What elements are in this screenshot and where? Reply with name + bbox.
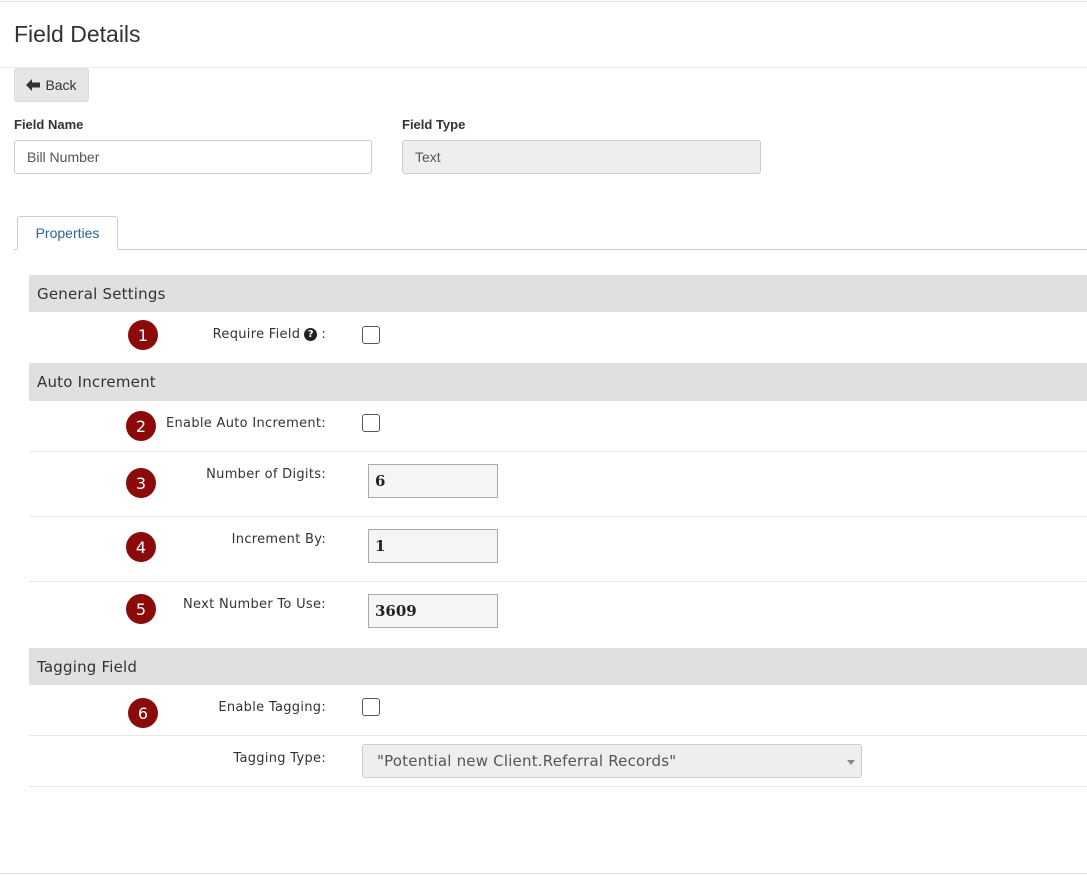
row-divider [29, 786, 1087, 787]
section-general-settings: General Settings [29, 275, 1087, 312]
top-divider [0, 1, 1087, 2]
bottom-divider [0, 873, 1087, 874]
row-divider [29, 735, 1087, 736]
step-badge-5: 5 [126, 594, 156, 624]
enable-tagging-checkbox[interactable] [362, 698, 380, 716]
require-field-checkbox[interactable] [362, 326, 380, 344]
tagging-type-label: Tagging Type: [233, 751, 326, 766]
section-auto-increment: Auto Increment [29, 363, 1087, 401]
require-field-label: Require Field ? : [213, 327, 326, 342]
number-of-digits-input[interactable]: 6 [368, 464, 498, 498]
increment-by-input[interactable]: 1 [368, 529, 498, 563]
section-tagging-field: Tagging Field [29, 648, 1087, 685]
tagging-type-select[interactable]: "Potential new Client.Referral Records" [362, 744, 862, 778]
enable-tagging-label: Enable Tagging: [218, 700, 326, 715]
next-number-label: Next Number To Use: [183, 597, 326, 612]
field-name-input[interactable]: Bill Number [14, 140, 372, 174]
field-name-label: Field Name [14, 117, 84, 132]
increment-by-label: Increment By: [231, 532, 326, 547]
question-circle-icon[interactable]: ? [304, 328, 318, 341]
number-of-digits-label: Number of Digits: [206, 467, 326, 482]
page-title: Field Details [14, 21, 141, 47]
field-type-input: Text [402, 140, 761, 174]
enable-auto-increment-checkbox[interactable] [362, 414, 380, 432]
row-divider [29, 516, 1087, 517]
require-field-label-text: Require Field [212, 327, 301, 342]
field-details-page: Field Details Back Field Name Bill Numbe… [0, 0, 1087, 875]
chevron-down-icon [847, 760, 855, 765]
tagging-type-value: "Potential new Client.Referral Records" [377, 752, 677, 770]
row-divider [29, 581, 1087, 582]
tab-properties[interactable]: Properties [17, 216, 118, 250]
step-badge-2: 2 [126, 411, 156, 441]
header-divider [0, 67, 1087, 68]
field-type-label: Field Type [402, 117, 466, 132]
require-field-colon: : [321, 327, 326, 342]
row-divider [29, 451, 1087, 452]
step-badge-1: 1 [128, 320, 158, 350]
enable-auto-increment-label: Enable Auto Increment: [166, 416, 326, 431]
step-badge-6: 6 [128, 698, 158, 728]
back-button-label: Back [45, 77, 77, 93]
next-number-input[interactable]: 3609 [368, 594, 498, 628]
arrow-left-icon [26, 79, 41, 91]
tabs-divider [14, 249, 1087, 250]
step-badge-3: 3 [126, 468, 156, 498]
step-badge-4: 4 [126, 532, 156, 562]
back-button[interactable]: Back [14, 68, 89, 102]
